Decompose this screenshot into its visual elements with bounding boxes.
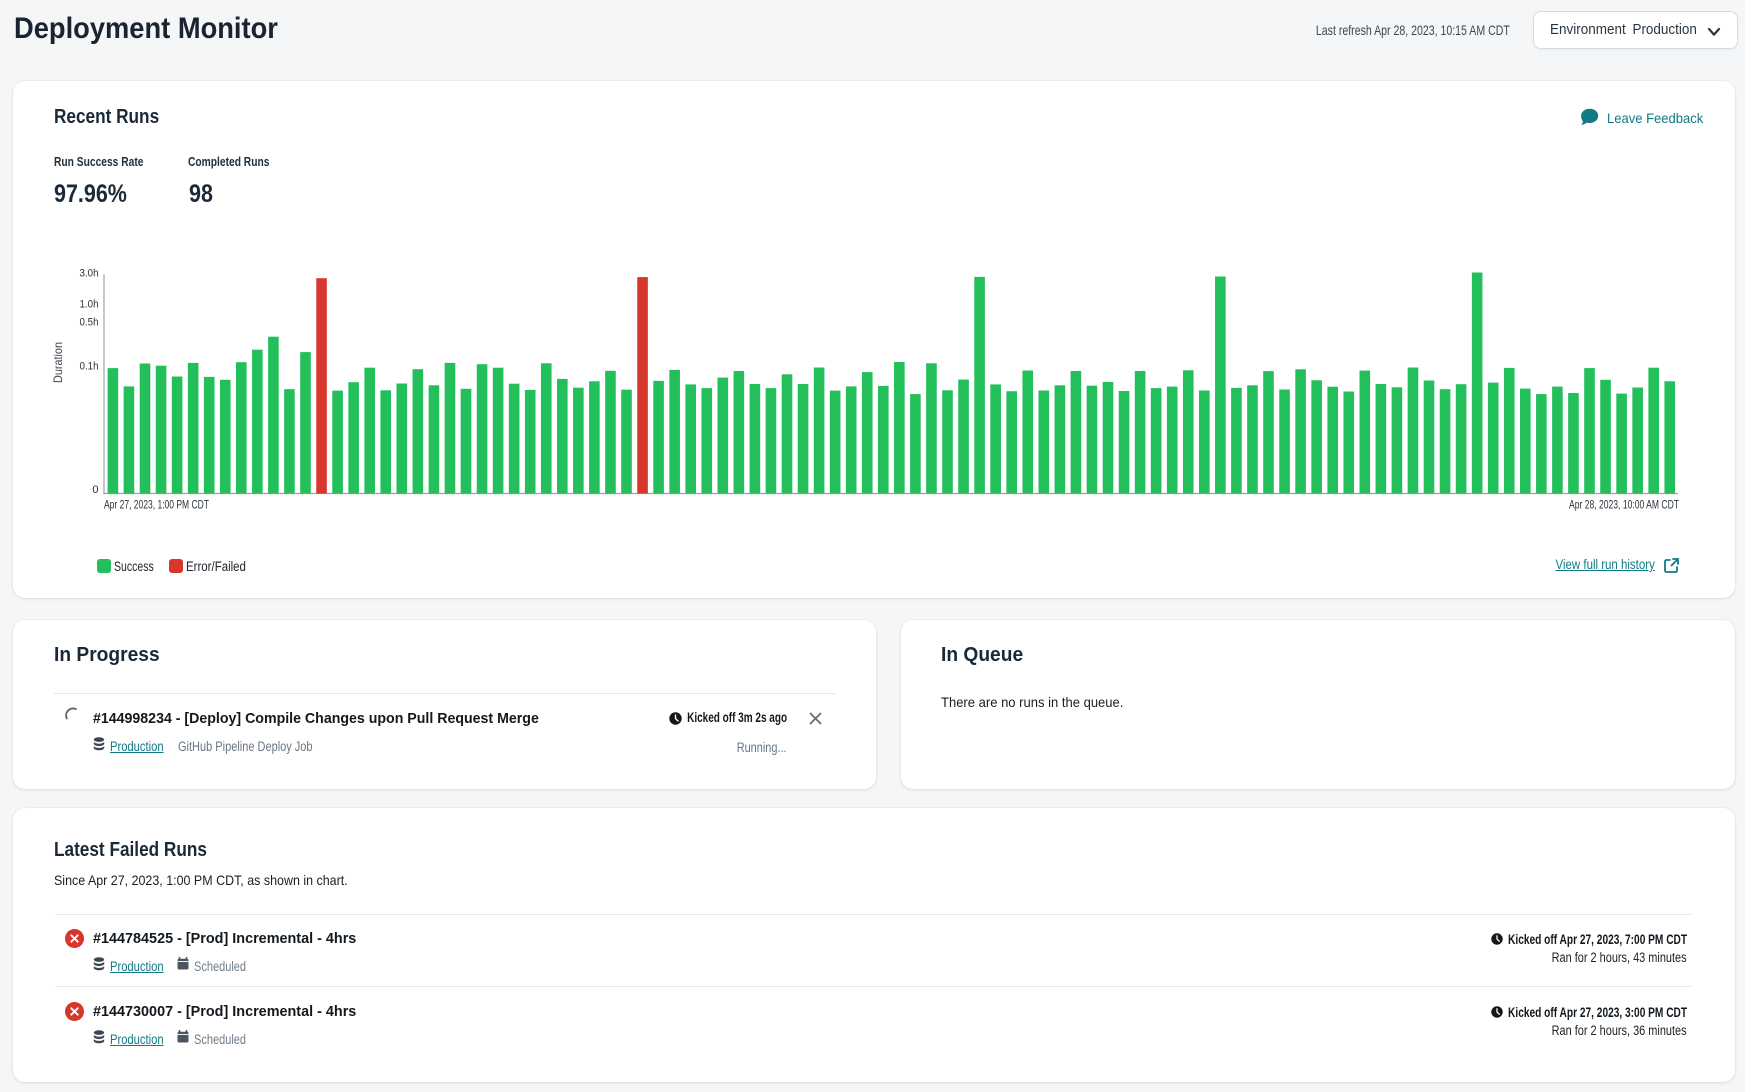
svg-text:0: 0: [92, 484, 98, 496]
svg-text:Apr 27, 2023, 1:00 PM CDT: Apr 27, 2023, 1:00 PM CDT: [104, 500, 209, 512]
svg-text:0.5h: 0.5h: [80, 317, 99, 329]
svg-text:3.0h: 3.0h: [80, 267, 99, 279]
svg-text:Apr 28, 2023, 10:00 AM CDT: Apr 28, 2023, 10:00 AM CDT: [1569, 500, 1679, 512]
svg-text:1.0h: 1.0h: [80, 299, 99, 311]
svg-text:0.1h: 0.1h: [80, 360, 99, 372]
svg-text:Duration: Duration: [51, 342, 65, 383]
